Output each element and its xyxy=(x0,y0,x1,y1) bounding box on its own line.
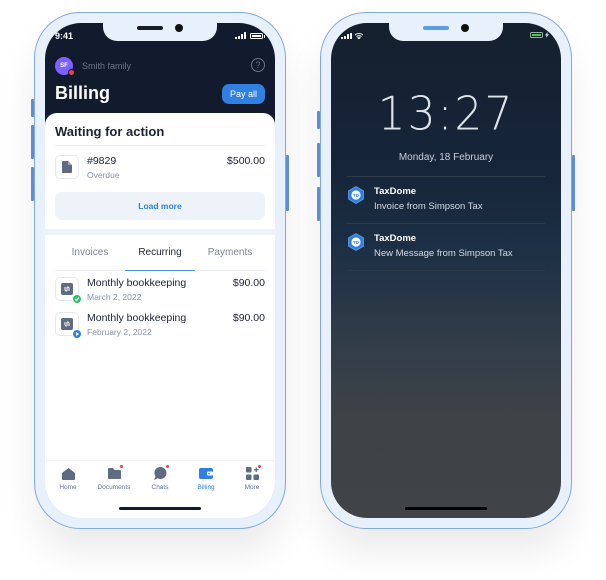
taxdome-logo-icon: TD xyxy=(348,186,364,204)
tabbar-billing[interactable]: Billing xyxy=(183,466,229,491)
folder-icon xyxy=(107,465,123,481)
side-button-mute xyxy=(317,111,320,129)
side-button-power xyxy=(286,155,289,211)
recurring-list: Monthly bookkeeping March 2, 2022 $90.00… xyxy=(55,277,265,347)
tabbar-documents[interactable]: Documents xyxy=(91,465,137,491)
invoice-status: Overdue xyxy=(87,170,120,180)
signal-icon xyxy=(235,32,246,39)
content-sheet: Waiting for action #9829 Overdue $500.00… xyxy=(45,113,275,518)
side-button-volume-up xyxy=(31,125,34,159)
charging-icon xyxy=(545,32,549,38)
notification-dot xyxy=(257,465,261,468)
phone-lock-screen: 13:27 Monday, 18 February TD TaxDome Inv… xyxy=(317,12,575,529)
recurring-icon xyxy=(55,312,82,339)
notch xyxy=(389,23,503,41)
notification[interactable]: TD TaxDome New Message from Simpson Tax xyxy=(347,224,545,270)
speaker xyxy=(137,26,163,30)
invoice-number: #9829 xyxy=(87,155,117,167)
tabbar-label: Chats xyxy=(151,484,169,491)
family-name: Smith family xyxy=(82,61,132,71)
notification[interactable]: TD TaxDome Invoice from Simpson Tax xyxy=(347,177,545,223)
tabbar-label: Documents xyxy=(97,484,131,491)
battery-icon xyxy=(530,32,543,38)
wallet-icon xyxy=(199,466,214,481)
item-title: Monthly bookkeeping xyxy=(87,277,187,289)
logo-text: TD xyxy=(353,240,360,245)
bottom-tab-bar: Home Documents Chats Billing More xyxy=(45,460,275,518)
chat-icon xyxy=(153,465,169,481)
document-icon xyxy=(55,155,79,179)
wifi-icon xyxy=(355,33,363,39)
check-icon xyxy=(72,294,82,304)
recurring-icon xyxy=(55,277,82,304)
camera xyxy=(175,24,183,32)
notification-dot xyxy=(119,465,123,468)
phone-billing: 9:41 SF Smith family ? Billing Pay all W… xyxy=(31,12,289,529)
list-item[interactable]: Monthly bookkeeping February 2, 2022 $90… xyxy=(55,312,265,347)
section-title: Waiting for action xyxy=(55,113,265,146)
status-time: 9:41 xyxy=(55,31,74,41)
notification-dot xyxy=(68,69,75,76)
notification-message: New Message from Simpson Tax xyxy=(374,248,513,259)
item-amount: $90.00 xyxy=(232,277,265,289)
tabbar-chats[interactable]: Chats xyxy=(137,465,183,491)
lock-date: Monday, 18 February xyxy=(398,152,494,163)
pay-all-button[interactable]: Pay all xyxy=(221,84,265,104)
battery-icon xyxy=(250,33,265,39)
side-button-volume-down xyxy=(31,167,34,201)
play-icon xyxy=(72,329,82,339)
tabbar-label: Billing xyxy=(197,484,215,491)
item-amount: $90.00 xyxy=(232,312,265,324)
load-more-button[interactable]: Load more xyxy=(55,192,265,220)
logo-text: TD xyxy=(353,193,360,198)
avatar-initials: SF xyxy=(60,63,68,69)
divider xyxy=(347,270,545,271)
side-button-power xyxy=(572,155,575,211)
lock-screen: 13:27 Monday, 18 February TD TaxDome Inv… xyxy=(331,23,561,518)
side-button-volume-up xyxy=(317,143,320,177)
notification-app: TaxDome xyxy=(374,186,417,197)
family-switcher[interactable]: SF Smith family ? xyxy=(55,56,265,76)
tabbar-home[interactable]: Home xyxy=(45,466,91,491)
camera xyxy=(461,24,469,32)
speaker xyxy=(423,26,449,30)
notification-dot xyxy=(165,465,169,468)
side-button-volume-down xyxy=(317,187,320,221)
page-title: Billing xyxy=(55,83,110,103)
notification-list: TD TaxDome Invoice from Simpson Tax TD T… xyxy=(347,176,545,271)
invoice-amount: $500.00 xyxy=(227,155,265,167)
tab-payments[interactable]: Payments xyxy=(195,235,265,270)
tabbar-label: More xyxy=(244,484,260,491)
avatar[interactable]: SF xyxy=(55,57,75,76)
tab-recurring[interactable]: Recurring xyxy=(125,235,195,271)
notification-message: Invoice from Simpson Tax xyxy=(374,201,483,212)
item-title: Monthly bookkeeping xyxy=(87,312,187,324)
help-icon[interactable]: ? xyxy=(251,58,265,72)
notch xyxy=(103,23,217,41)
grid-plus-icon xyxy=(245,465,261,481)
home-indicator[interactable] xyxy=(119,507,201,510)
item-date: March 2, 2022 xyxy=(87,292,142,302)
list-item[interactable]: Monthly bookkeeping March 2, 2022 $90.00 xyxy=(55,277,265,312)
tab-invoices[interactable]: Invoices xyxy=(55,235,125,270)
notification-app: TaxDome xyxy=(374,233,417,244)
waiting-for-action-card: Waiting for action #9829 Overdue $500.00… xyxy=(45,113,275,235)
billing-tabs: Invoices Recurring Payments xyxy=(55,235,265,271)
billing-screen: 9:41 SF Smith family ? Billing Pay all W… xyxy=(45,23,275,518)
lock-clock: 13:27 xyxy=(377,87,515,142)
side-button-mute xyxy=(31,99,34,117)
signal-icon xyxy=(341,32,352,39)
tabbar-more[interactable]: More xyxy=(229,465,275,491)
home-icon xyxy=(61,466,76,481)
item-date: February 2, 2022 xyxy=(87,327,152,337)
home-indicator[interactable] xyxy=(405,507,487,510)
tabbar-label: Home xyxy=(59,484,77,491)
invoice-row[interactable]: #9829 Overdue $500.00 xyxy=(55,155,265,185)
taxdome-logo-icon: TD xyxy=(348,233,364,251)
